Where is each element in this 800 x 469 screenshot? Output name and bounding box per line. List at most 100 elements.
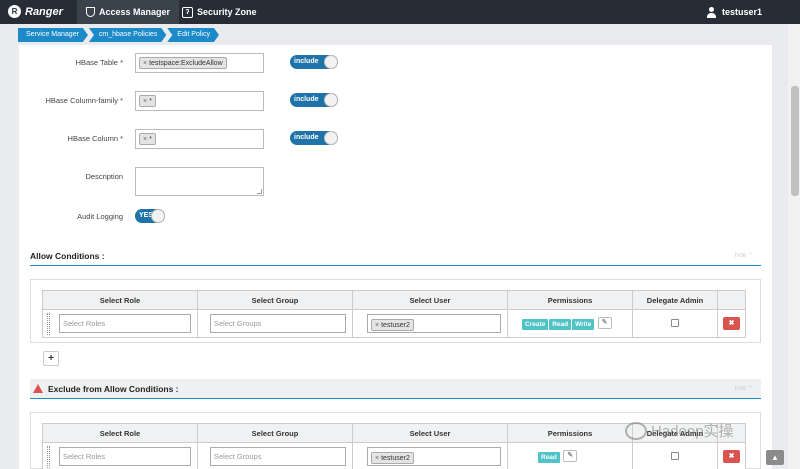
tag-remove-icon[interactable]: × — [375, 322, 379, 329]
select-users-input[interactable]: × testuser2 — [367, 447, 501, 466]
delete-cell: ✖ — [717, 442, 746, 469]
add-condition-button[interactable]: + — [43, 351, 59, 366]
breadcrumb-policies[interactable]: cm_hbase Policies — [89, 28, 166, 42]
breadcrumb: Service Manager cm_hbase Policies Edit P… — [18, 28, 220, 42]
header-delegate-admin: Delegate Admin — [632, 290, 718, 310]
header-select-role: Select Role — [42, 290, 198, 310]
audit-logging-toggle[interactable]: YES — [135, 209, 165, 223]
exclude-conditions-hide-link[interactable]: hide ⌃ — [735, 385, 753, 392]
column-family-label: HBase Column-family * — [45, 96, 123, 105]
drag-handle-icon[interactable] — [47, 313, 50, 335]
permission-read: Read — [538, 451, 560, 463]
column-tag: × * — [139, 133, 156, 145]
header-select-user: Select User — [352, 423, 508, 443]
exclude-hide-label: hide — [734, 386, 747, 392]
nav-access-manager[interactable]: Access Manager — [77, 0, 180, 24]
hbase-table-input[interactable]: × testspace:ExcludeAllow — [135, 53, 264, 73]
zone-icon: ʔ — [182, 6, 193, 18]
user-tag-label: testuser2 — [381, 322, 410, 329]
header-select-user: Select User — [352, 290, 508, 310]
brand-name: Ranger — [25, 5, 63, 18]
tag-remove-icon[interactable]: × — [143, 136, 147, 143]
toggle-knob — [324, 131, 338, 145]
nav-access-manager-label: Access Manager — [99, 7, 171, 17]
breadcrumb-edit-policy[interactable]: Edit Policy — [167, 28, 219, 42]
allow-conditions-header: Allow Conditions : hide ⌃ — [30, 246, 761, 266]
shield-icon — [86, 7, 95, 17]
permissions-cell: Create Read Write ✎ — [507, 309, 633, 338]
group-cell: Select Groups — [197, 442, 353, 469]
delegate-admin-cell — [632, 442, 718, 469]
user-cell: × testuser2 — [352, 309, 508, 338]
hbase-table-tag: × testspace:ExcludeAllow — [139, 57, 227, 69]
nav-security-zone-label: Security Zone — [197, 7, 257, 17]
select-roles-input[interactable]: Select Roles — [59, 447, 191, 466]
header-select-group: Select Group — [197, 290, 353, 310]
tag-remove-icon[interactable]: × — [143, 60, 147, 67]
warning-icon — [33, 384, 43, 393]
column-family-tag-label: * — [149, 98, 152, 105]
header-select-group: Select Group — [197, 423, 353, 443]
exclude-conditions-title: Exclude from Allow Conditions : — [48, 383, 179, 394]
header-permissions: Permissions — [507, 423, 633, 443]
brand[interactable]: R Ranger — [8, 5, 63, 18]
user-tag: × testuser2 — [371, 452, 414, 464]
tag-remove-icon[interactable]: × — [143, 98, 147, 105]
ranger-logo-icon: R — [8, 5, 21, 18]
column-toggle-label: include — [294, 134, 319, 141]
permission-create: Create — [522, 318, 549, 330]
toggle-knob — [151, 209, 165, 223]
watermark: Hadoop实操 — [625, 420, 734, 441]
description-textarea[interactable] — [135, 167, 264, 196]
wechat-icon — [625, 421, 647, 440]
header-permissions: Permissions — [507, 290, 633, 310]
select-roles-input[interactable]: Select Roles — [59, 314, 191, 333]
user-tag-label: testuser2 — [381, 455, 410, 462]
column-family-include-toggle[interactable]: include — [290, 93, 338, 107]
column-family-input[interactable]: × * — [135, 91, 264, 111]
top-navbar: R Ranger Access Manager ʔ Security Zone … — [0, 0, 800, 24]
breadcrumb-service-manager[interactable]: Service Manager — [18, 28, 88, 42]
select-groups-input[interactable]: Select Groups — [210, 447, 346, 466]
user-tag: × testuser2 — [371, 319, 414, 331]
group-cell: Select Groups — [197, 309, 353, 338]
audit-logging-label: Audit Logging — [77, 212, 123, 221]
allow-conditions-hide-link[interactable]: hide ⌃ — [735, 252, 753, 259]
table-row: Select Roles Select Groups × testuser2 Re… — [42, 442, 746, 469]
user-cell: × testuser2 — [352, 442, 508, 469]
table-header-row: Select Role Select Group Select User Per… — [42, 290, 746, 310]
watermark-text: Hadoop实操 — [651, 423, 734, 440]
table-row: Select Roles Select Groups × testuser2 Cr… — [42, 309, 746, 338]
nav-security-zone[interactable]: ʔ Security Zone — [173, 0, 266, 24]
column-input[interactable]: × * — [135, 129, 264, 149]
delegate-admin-checkbox[interactable] — [671, 451, 679, 460]
breadcrumb-bar: Service Manager cm_hbase Policies Edit P… — [0, 24, 788, 45]
hbase-table-include-toggle[interactable]: include — [290, 55, 338, 69]
column-tag-label: * — [149, 136, 152, 143]
permissions-cell: Read ✎ — [507, 442, 633, 469]
column-family-tag: × * — [139, 95, 156, 107]
role-cell: Select Roles — [42, 442, 198, 469]
select-groups-input[interactable]: Select Groups — [210, 314, 346, 333]
page-scrollbar-thumb[interactable] — [791, 86, 799, 196]
user-menu[interactable]: testuser1 — [706, 0, 762, 24]
edit-permissions-pencil-icon[interactable]: ✎ — [597, 317, 612, 330]
select-users-input[interactable]: × testuser2 — [367, 314, 501, 333]
description-label: Description — [85, 172, 123, 181]
delegate-admin-cell — [632, 309, 718, 338]
hbase-table-toggle-label: include — [294, 58, 319, 65]
role-cell: Select Roles — [42, 309, 198, 338]
drag-handle-icon[interactable] — [47, 446, 50, 468]
allow-conditions-table: Select Role Select Group Select User Per… — [42, 290, 746, 338]
delegate-admin-checkbox[interactable] — [671, 318, 679, 327]
tag-remove-icon[interactable]: × — [375, 455, 379, 462]
resize-grip-icon[interactable] — [257, 189, 262, 194]
toggle-knob — [324, 55, 338, 69]
column-include-toggle[interactable]: include — [290, 131, 338, 145]
allow-hide-label: hide — [734, 253, 747, 259]
delete-row-button[interactable]: ✖ — [723, 450, 740, 463]
scroll-to-top-button[interactable]: ▲ — [766, 450, 784, 465]
column-label: HBase Column * — [67, 134, 123, 143]
edit-permissions-pencil-icon[interactable]: ✎ — [563, 450, 578, 463]
delete-row-button[interactable]: ✖ — [723, 317, 740, 330]
